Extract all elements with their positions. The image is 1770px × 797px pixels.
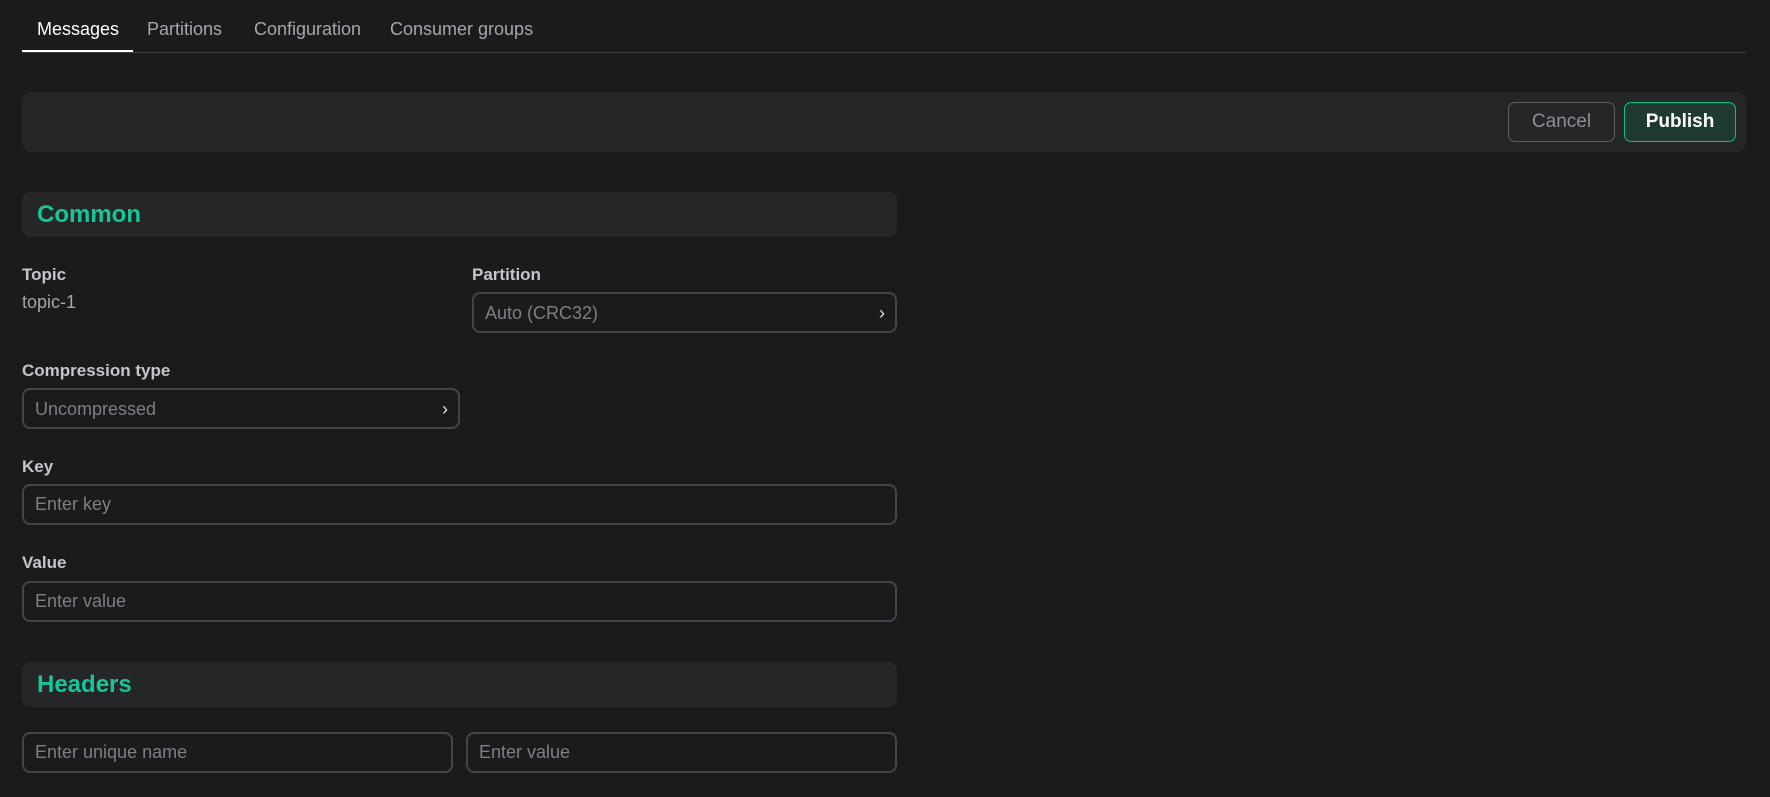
partition-label: Partition [472, 265, 541, 284]
compression-type-select[interactable]: Uncompressed › [22, 388, 460, 429]
tab-bar: Messages Partitions Configuration Consum… [22, 0, 1746, 53]
topic-value: topic-1 [22, 292, 77, 312]
tab-messages[interactable]: Messages [22, 19, 133, 52]
common-section-title: Common [37, 201, 141, 228]
partition-select-value: Auto (CRC32) [485, 303, 599, 323]
tab-consumer-groups[interactable]: Consumer groups [390, 19, 533, 52]
value-label: Value [22, 553, 67, 572]
compression-type-label: Compression type [22, 361, 171, 380]
publish-button[interactable]: Publish [1624, 102, 1736, 142]
headers-section-title: Headers [37, 671, 132, 698]
key-input[interactable] [22, 484, 897, 525]
common-section-header: Common [22, 192, 897, 237]
compression-type-value: Uncompressed [35, 399, 157, 419]
cancel-button[interactable]: Cancel [1508, 102, 1615, 142]
tab-configuration[interactable]: Configuration [254, 19, 361, 52]
chevron-right-icon: › [879, 303, 885, 323]
headers-section-header: Headers [22, 662, 897, 707]
partition-select[interactable]: Auto (CRC32) › [472, 292, 897, 333]
topic-label: Topic [22, 265, 67, 284]
chevron-right-icon: › [442, 399, 448, 419]
header-name-input[interactable] [22, 732, 453, 773]
key-label: Key [22, 457, 54, 476]
header-value-input[interactable] [466, 732, 897, 773]
tab-partitions[interactable]: Partitions [147, 19, 222, 52]
publish-toolbar: Cancel Publish [22, 92, 1746, 152]
value-input[interactable] [22, 581, 897, 622]
